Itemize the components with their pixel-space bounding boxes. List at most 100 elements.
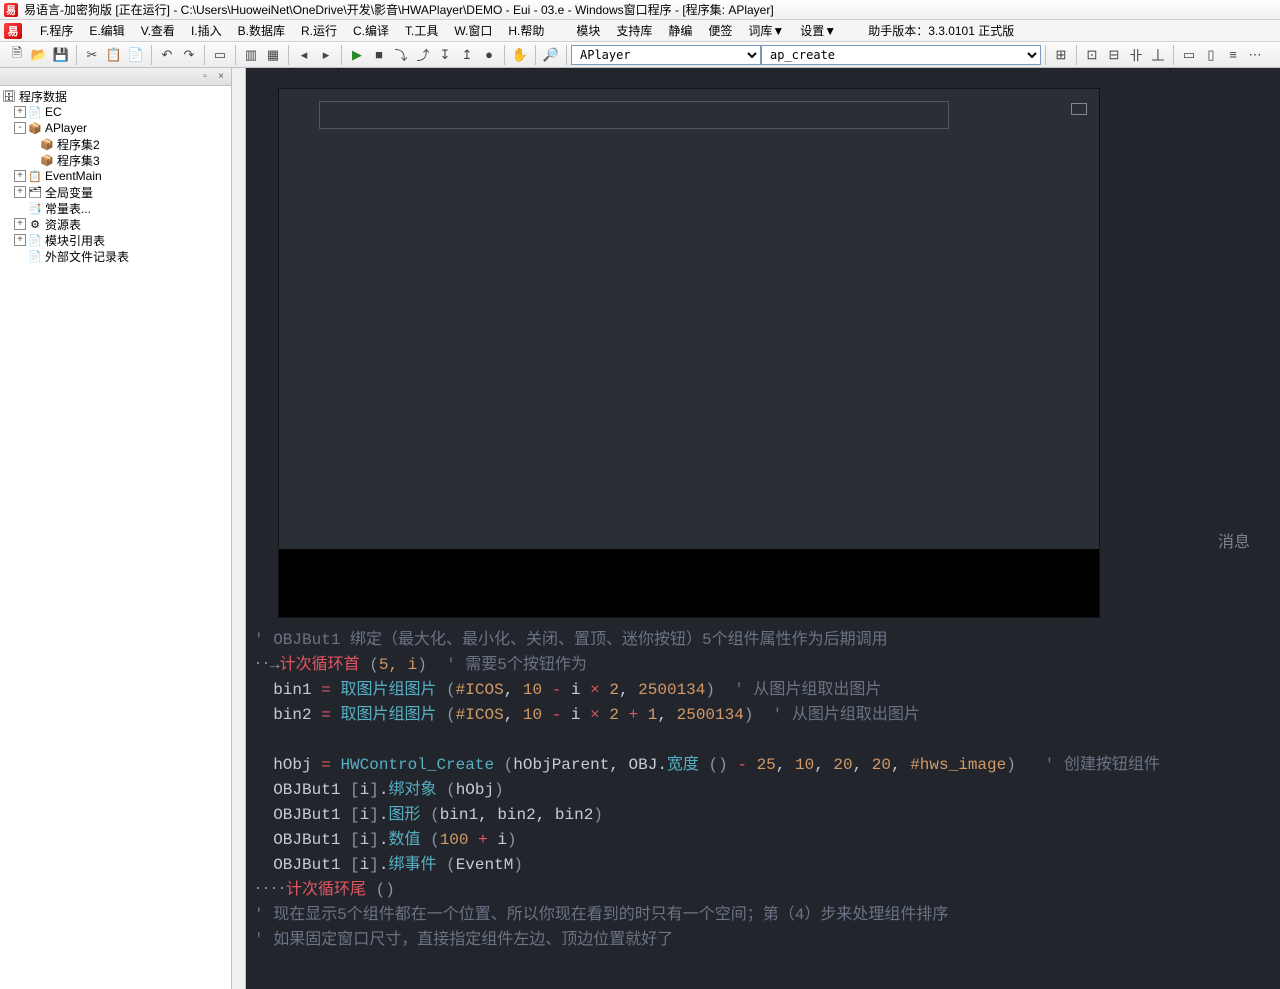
- paste-icon[interactable]: 📄: [125, 44, 147, 66]
- cut-icon[interactable]: ✂: [81, 44, 103, 66]
- step3-icon[interactable]: ↧: [434, 44, 456, 66]
- menu-file[interactable]: F.程序: [32, 20, 81, 41]
- db-icon: 🗄: [2, 89, 16, 103]
- menu-help[interactable]: H.帮助: [500, 20, 552, 41]
- player-title-input[interactable]: [319, 101, 949, 129]
- tree-node-label: 程序集3: [57, 152, 100, 169]
- tree-toggle-icon[interactable]: +: [14, 186, 26, 198]
- tool-h-icon[interactable]: ≡: [1222, 44, 1244, 66]
- new-icon[interactable]: 🗎: [6, 44, 28, 66]
- tree-item[interactable]: +📋EventMain: [2, 168, 229, 184]
- tree-node-icon: 📄: [28, 105, 42, 119]
- tree-node-icon: ⚙: [28, 217, 42, 231]
- menu-support[interactable]: 支持库: [608, 20, 660, 41]
- app-icon: 易: [4, 3, 18, 17]
- tree-node-label: 全局变量: [45, 184, 93, 201]
- combo-proc[interactable]: ap_create: [761, 45, 1041, 65]
- code-editor[interactable]: ' OBJBut1 绑定（最大化、最小化、关闭、置顶、迷你按钮）5个组件属性作为…: [246, 620, 1280, 989]
- tree-item[interactable]: 📄外部文件记录表: [2, 248, 229, 264]
- window-icon[interactable]: ▭: [209, 44, 231, 66]
- tool-d-icon[interactable]: 卝: [1125, 44, 1147, 66]
- step4-icon[interactable]: ↥: [456, 44, 478, 66]
- menu-view[interactable]: V.查看: [133, 20, 183, 41]
- menu-settings[interactable]: 设置▼: [792, 20, 844, 41]
- tree-node-icon: 📄: [28, 249, 42, 263]
- tree-node-icon: 📋: [28, 169, 42, 183]
- tree-node-label: 资源表: [45, 216, 81, 233]
- hand-icon[interactable]: ✋: [509, 44, 531, 66]
- pin-icon[interactable]: ▫: [199, 71, 211, 83]
- tree-item[interactable]: +📄模块引用表: [2, 232, 229, 248]
- editor: 消息 ' OBJBut1 绑定（最大化、最小化、关闭、置顶、迷你按钮）5个组件属…: [246, 68, 1280, 989]
- menu-static[interactable]: 静编: [660, 20, 700, 41]
- layout1-icon[interactable]: ▥: [240, 44, 262, 66]
- tree-node-icon: 📑: [28, 201, 42, 215]
- tree-node-label: EC: [45, 105, 62, 119]
- menu-insert[interactable]: I.插入: [183, 20, 230, 41]
- tool-g-icon[interactable]: ▯: [1200, 44, 1222, 66]
- tool-e-icon[interactable]: 丄: [1147, 44, 1169, 66]
- message-label: 消息: [1218, 528, 1250, 552]
- tree-root[interactable]: 🗄 程序数据: [2, 88, 229, 104]
- menu-module[interactable]: 模块: [568, 20, 608, 41]
- tree-toggle-icon[interactable]: -: [14, 122, 26, 134]
- menu-notes[interactable]: 便签: [700, 20, 740, 41]
- player-region: 消息: [246, 68, 1280, 620]
- window-mode-icon[interactable]: [1071, 103, 1087, 115]
- save-icon[interactable]: 💾: [50, 44, 72, 66]
- tool-i-icon[interactable]: ⋯: [1244, 44, 1266, 66]
- tree-toggle-icon[interactable]: +: [14, 106, 26, 118]
- menu-compile[interactable]: C.编译: [345, 20, 397, 41]
- step1-icon[interactable]: ⤵: [390, 44, 412, 66]
- menu-version: 助手版本：3.3.0101 正式版: [860, 20, 1022, 41]
- tree-toggle-icon[interactable]: +: [14, 170, 26, 182]
- menu-dict[interactable]: 词库▼: [740, 20, 792, 41]
- menu-tools[interactable]: T.工具: [397, 20, 446, 41]
- prev-icon[interactable]: ◂: [293, 44, 315, 66]
- tree-item[interactable]: +⚙资源表: [2, 216, 229, 232]
- tree-item[interactable]: +🗂全局变量: [2, 184, 229, 200]
- break-icon[interactable]: ●: [478, 44, 500, 66]
- tool-f-icon[interactable]: ▭: [1178, 44, 1200, 66]
- tree-toggle-icon[interactable]: +: [14, 234, 26, 246]
- stop-icon[interactable]: ■: [368, 44, 390, 66]
- player-window[interactable]: [278, 88, 1100, 618]
- tree-item[interactable]: -📦APlayer: [2, 120, 229, 136]
- tree-item[interactable]: 📦程序集3: [2, 152, 229, 168]
- layout2-icon[interactable]: ▦: [262, 44, 284, 66]
- menu-edit[interactable]: E.编辑: [81, 20, 132, 41]
- tree-node-icon: 📦: [28, 121, 42, 135]
- tree-node-label: 程序集2: [57, 136, 100, 153]
- close-icon[interactable]: ×: [215, 71, 227, 83]
- step2-icon[interactable]: ⤴: [412, 44, 434, 66]
- menu-window[interactable]: W.窗口: [446, 20, 500, 41]
- tree-node-icon: 🗂: [28, 185, 42, 199]
- player-control-bar: [279, 549, 1099, 617]
- tree-item[interactable]: +📄EC: [2, 104, 229, 120]
- splitter[interactable]: [232, 68, 246, 989]
- redo-icon[interactable]: ↷: [178, 44, 200, 66]
- tree-node-label: APlayer: [45, 121, 87, 135]
- tool-b-icon[interactable]: ⊡: [1081, 44, 1103, 66]
- sidebar-header: ▫ ×: [0, 68, 231, 86]
- menu-run[interactable]: R.运行: [293, 20, 345, 41]
- copy-icon[interactable]: 📋: [103, 44, 125, 66]
- tree[interactable]: 🗄 程序数据 +📄EC-📦APlayer📦程序集2📦程序集3+📋EventMai…: [0, 86, 231, 989]
- combo-module[interactable]: APlayer: [571, 45, 761, 65]
- tool-a-icon[interactable]: ⊞: [1050, 44, 1072, 66]
- next-icon[interactable]: ▸: [315, 44, 337, 66]
- toolbar: 🗎 📂 💾 ✂ 📋 📄 ↶ ↷ ▭ ▥ ▦ ◂ ▸ ▶ ■ ⤵ ⤴ ↧ ↥ ● …: [0, 42, 1280, 68]
- find-icon[interactable]: 🔎: [540, 44, 562, 66]
- menu-db[interactable]: B.数据库: [230, 20, 293, 41]
- open-icon[interactable]: 📂: [28, 44, 50, 66]
- undo-icon[interactable]: ↶: [156, 44, 178, 66]
- tool-c-icon[interactable]: ⊟: [1103, 44, 1125, 66]
- main: ▫ × 🗄 程序数据 +📄EC-📦APlayer📦程序集2📦程序集3+📋Even…: [0, 68, 1280, 989]
- tree-node-icon: 📦: [40, 137, 54, 151]
- tree-item[interactable]: 📑常量表...: [2, 200, 229, 216]
- menubar: 易 F.程序 E.编辑 V.查看 I.插入 B.数据库 R.运行 C.编译 T.…: [0, 20, 1280, 42]
- run-icon[interactable]: ▶: [346, 44, 368, 66]
- tree-item[interactable]: 📦程序集2: [2, 136, 229, 152]
- tree-node-label: 常量表...: [45, 200, 91, 217]
- tree-toggle-icon[interactable]: +: [14, 218, 26, 230]
